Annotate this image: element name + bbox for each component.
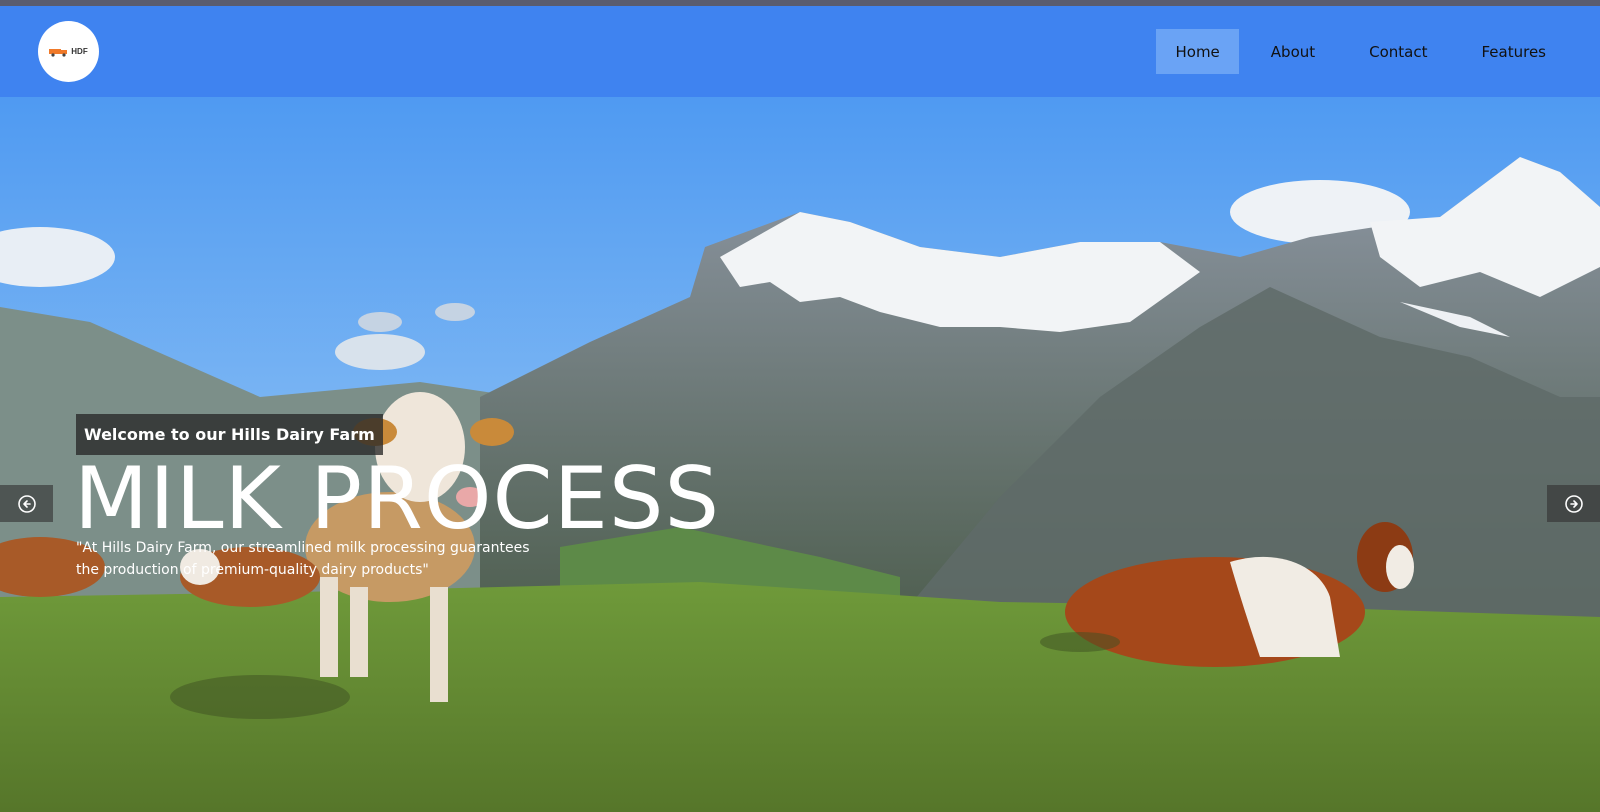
- navbar: HDF Home About Contact Features: [0, 6, 1600, 97]
- hero-title: MILK PROCESS: [74, 449, 721, 549]
- carousel-prev-button[interactable]: [0, 485, 53, 522]
- nav-item-home[interactable]: Home: [1156, 29, 1239, 74]
- nav-item-about[interactable]: About: [1249, 29, 1337, 74]
- nav-item-features[interactable]: Features: [1460, 29, 1569, 74]
- logo-text: HDF: [71, 47, 88, 56]
- arrow-left-circle-icon: [17, 494, 36, 513]
- hero-carousel: Welcome to our Hills Dairy Farm MILK PRO…: [0, 97, 1600, 812]
- truck-icon: [49, 48, 68, 57]
- hero-description: "At Hills Dairy Farm, our streamlined mi…: [76, 540, 530, 578]
- logo[interactable]: HDF: [38, 21, 99, 82]
- nav-links: Home About Contact Features: [1146, 29, 1568, 74]
- nav-item-contact[interactable]: Contact: [1347, 29, 1449, 74]
- arrow-right-circle-icon: [1564, 494, 1583, 513]
- carousel-next-button[interactable]: [1547, 485, 1600, 522]
